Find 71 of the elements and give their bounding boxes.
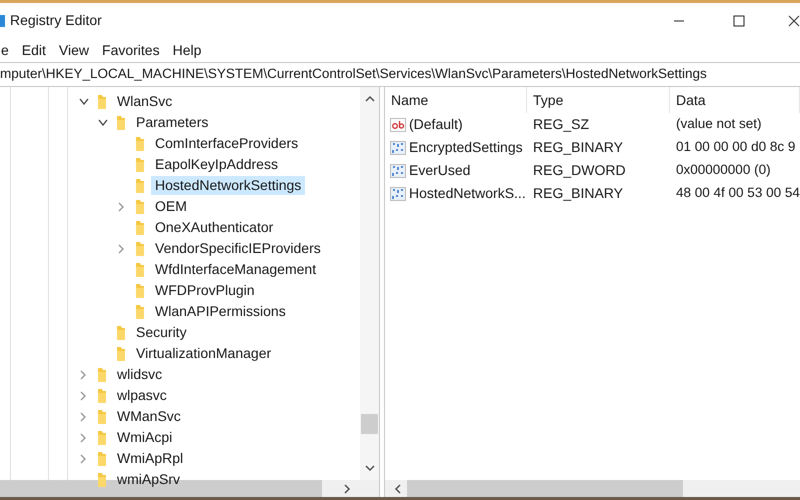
tree-item[interactable]: VirtualizationManager bbox=[132, 344, 276, 363]
tree-item[interactable]: HostedNetworkSettings bbox=[151, 176, 306, 195]
folder-icon bbox=[135, 178, 145, 194]
folder-icon bbox=[116, 324, 126, 340]
value-type: REG_BINARY bbox=[532, 138, 624, 157]
chevron-down-icon[interactable] bbox=[364, 464, 375, 472]
value-name[interactable]: EverUsed bbox=[409, 160, 470, 181]
folder-icon bbox=[97, 94, 107, 110]
tree-item[interactable]: OneXAuthenticator bbox=[151, 218, 278, 237]
tree-item[interactable]: OEM bbox=[151, 197, 191, 216]
vertical-scrollbar[interactable] bbox=[360, 87, 380, 480]
folder-icon bbox=[116, 346, 126, 362]
column-header[interactable]: Type bbox=[527, 87, 670, 113]
value-name[interactable]: (Default) bbox=[409, 114, 463, 135]
tree-item[interactable]: WFDProvPlugin bbox=[151, 281, 259, 300]
tree-item[interactable]: wmiApSrv bbox=[113, 470, 184, 489]
value-name[interactable]: EncryptedSettings bbox=[409, 137, 523, 158]
maximize-icon bbox=[733, 14, 745, 26]
chevron-right-icon[interactable] bbox=[343, 484, 352, 494]
registry-app-icon bbox=[0, 14, 6, 28]
tree-item[interactable]: Parameters bbox=[132, 113, 212, 132]
tree-item[interactable]: EapolKeyIpAddress bbox=[151, 155, 282, 174]
address-bar[interactable]: mputer\HKEY_LOCAL_MACHINE\SYSTEM\CurrentControlSet\Services\WlanSvc\Parameters\HostedNetworkSettings bbox=[0, 62, 800, 87]
folder-icon bbox=[97, 450, 107, 466]
folder-icon bbox=[135, 198, 145, 214]
value-data: 01 00 00 00 d0 8c 9 bbox=[675, 138, 796, 156]
folder-icon bbox=[135, 240, 145, 256]
tree-item[interactable]: WmiApRpl bbox=[113, 449, 188, 468]
folder-icon bbox=[97, 388, 107, 404]
value-data: 0x00000000 (0) bbox=[675, 161, 771, 180]
folder-icon bbox=[135, 304, 145, 320]
menu-item[interactable]: View bbox=[58, 40, 90, 60]
value-data: 48 00 4f 00 53 00 54 bbox=[675, 184, 800, 202]
menu-item[interactable]: e bbox=[1, 40, 9, 60]
tree-item[interactable]: ComInterfaceProviders bbox=[151, 134, 302, 153]
value-data: (value not set) bbox=[675, 115, 762, 134]
folder-icon bbox=[97, 408, 107, 424]
value-type: REG_SZ bbox=[532, 115, 590, 134]
tree-item[interactable]: WfdInterfaceManagement bbox=[151, 260, 320, 279]
tree-item[interactable]: wlpasvc bbox=[113, 386, 171, 405]
value-name[interactable]: HostedNetworkS... bbox=[409, 183, 526, 204]
menu-item[interactable]: Favorites bbox=[102, 40, 160, 60]
horizontal-scrollbar[interactable] bbox=[385, 480, 800, 497]
tree-item[interactable]: VendorSpecificIEProviders bbox=[151, 239, 325, 258]
tree-item[interactable]: WmiAcpi bbox=[113, 428, 176, 447]
scrollbar-thumb[interactable] bbox=[361, 414, 378, 434]
folder-icon bbox=[97, 472, 107, 488]
tree-item[interactable]: WlanAPIPermissions bbox=[151, 302, 290, 321]
folder-icon bbox=[135, 282, 145, 298]
value-type: REG_DWORD bbox=[532, 161, 627, 180]
folder-icon bbox=[135, 262, 145, 278]
value-type: REG_BINARY bbox=[532, 184, 624, 203]
window-title: Registry Editor bbox=[10, 11, 102, 30]
folder-icon bbox=[97, 366, 107, 382]
tree-item[interactable]: Security bbox=[132, 323, 191, 342]
menu-item[interactable]: Edit bbox=[22, 40, 46, 60]
menu-item[interactable]: Help bbox=[172, 40, 202, 60]
folder-icon bbox=[97, 430, 107, 446]
chevron-left-icon[interactable] bbox=[394, 484, 402, 494]
tree-item[interactable]: wlidsvc bbox=[113, 365, 166, 384]
column-header[interactable]: Data bbox=[670, 87, 800, 113]
column-header[interactable]: Name bbox=[385, 87, 527, 113]
tree-item[interactable]: WManSvc bbox=[113, 407, 185, 426]
folder-icon bbox=[135, 136, 145, 152]
scrollbar-thumb[interactable] bbox=[407, 480, 683, 497]
folder-icon bbox=[116, 114, 126, 130]
close-icon bbox=[788, 14, 800, 26]
folder-icon bbox=[135, 156, 145, 172]
chevron-up-icon[interactable] bbox=[364, 95, 375, 103]
folder-icon bbox=[135, 220, 145, 236]
tree-item[interactable]: WlanSvc bbox=[113, 92, 176, 111]
